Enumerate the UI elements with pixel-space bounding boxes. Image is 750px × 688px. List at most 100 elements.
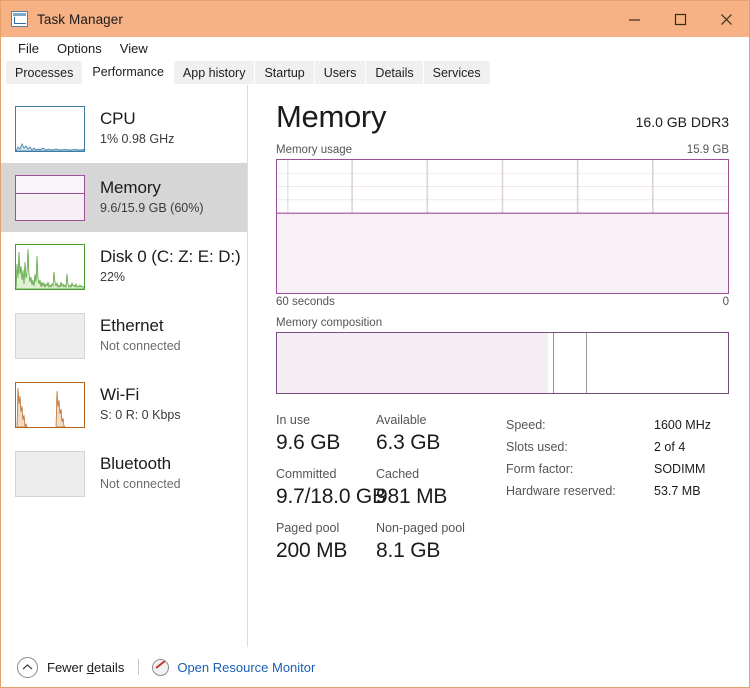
sidebar-item-sublabel: 9.6/15.9 GB (60%) bbox=[100, 201, 204, 215]
sidebar-item-disk[interactable]: Disk 0 (C: Z: E: D:) 22% bbox=[1, 232, 247, 301]
sidebar-item-ethernet[interactable]: Ethernet Not connected bbox=[1, 301, 247, 370]
sidebar-disk-text: Disk 0 (C: Z: E: D:) 22% bbox=[100, 247, 241, 286]
title-bar: Task Manager bbox=[1, 1, 749, 37]
stat-hardware-reserved: Hardware reserved: 53.7 MB bbox=[506, 480, 729, 502]
stat-value: 981 MB bbox=[376, 485, 448, 508]
resource-monitor-icon bbox=[152, 658, 170, 676]
sidebar-item-bluetooth[interactable]: Bluetooth Not connected bbox=[1, 439, 247, 508]
ethernet-thumbnail-graph bbox=[15, 312, 85, 359]
page-title: Memory bbox=[276, 99, 387, 134]
sidebar-cpu-text: CPU 1% 0.98 GHz bbox=[100, 109, 174, 148]
stat-label: Paged pool bbox=[276, 521, 340, 535]
sidebar-item-wifi[interactable]: Wi-Fi S: 0 R: 0 Kbps bbox=[1, 370, 247, 439]
menu-bar: File Options View bbox=[1, 37, 749, 60]
sidebar-item-sublabel: 22% bbox=[100, 270, 126, 284]
tab-app-history[interactable]: App history bbox=[173, 61, 256, 85]
tab-startup[interactable]: Startup bbox=[255, 61, 315, 85]
window-controls bbox=[611, 1, 749, 37]
sidebar-wifi-text: Wi-Fi S: 0 R: 0 Kbps bbox=[100, 385, 181, 424]
memory-detail-panel: Memory 16.0 GB DDR3 Memory usage 15.9 GB bbox=[248, 85, 749, 683]
composition-divider-1 bbox=[553, 333, 555, 393]
menu-options[interactable]: Options bbox=[48, 37, 111, 60]
sidebar-ethernet-text: Ethernet Not connected bbox=[100, 316, 181, 355]
usage-graph-x-end: 0 bbox=[722, 296, 729, 308]
memory-thumbnail-graph bbox=[15, 174, 85, 221]
sidebar-item-sublabel: 1% 0.98 GHz bbox=[100, 132, 175, 146]
stat-speed: Speed: 1600 MHz bbox=[506, 414, 729, 436]
menu-view[interactable]: View bbox=[111, 37, 157, 60]
stat-label: In use bbox=[276, 413, 311, 427]
stat-available: Available 6.3 GB bbox=[376, 412, 498, 456]
stat-key: Speed: bbox=[506, 418, 546, 432]
resource-sidebar: CPU 1% 0.98 GHz Memory 9.6/15.9 GB (60%) bbox=[1, 85, 248, 683]
composition-label: Memory composition bbox=[276, 317, 383, 329]
stat-slots-used: Slots used: 2 of 4 bbox=[506, 436, 729, 458]
stat-value: 53.7 MB bbox=[654, 484, 701, 498]
stat-value: 6.3 GB bbox=[376, 431, 441, 454]
sidebar-item-sublabel: Not connected bbox=[100, 339, 181, 353]
stat-row: Committed 9.7/18.0 GB Cached 981 MB bbox=[276, 466, 498, 510]
stat-paged-pool: Paged pool 200 MB bbox=[276, 520, 376, 564]
stat-key: Slots used: bbox=[506, 440, 568, 454]
fewer-details-button[interactable]: Fewer details bbox=[17, 656, 124, 678]
open-resource-monitor-link[interactable]: Open Resource Monitor bbox=[152, 658, 316, 676]
usage-graph-label: Memory usage bbox=[276, 144, 353, 156]
usage-graph-caption: Memory usage 15.9 GB bbox=[276, 144, 729, 156]
sidebar-item-cpu[interactable]: CPU 1% 0.98 GHz bbox=[1, 94, 247, 163]
memory-hardware-summary: 16.0 GB DDR3 bbox=[635, 114, 729, 130]
usage-graph-max: 15.9 GB bbox=[686, 144, 729, 156]
cpu-thumbnail-graph bbox=[15, 105, 85, 152]
menu-file[interactable]: File bbox=[9, 37, 48, 60]
sidebar-item-label: Wi-Fi bbox=[100, 385, 140, 404]
sidebar-item-memory[interactable]: Memory 9.6/15.9 GB (60%) bbox=[1, 163, 247, 232]
stat-row: Paged pool 200 MB Non-paged pool 8.1 GB bbox=[276, 520, 498, 564]
open-resource-monitor-label: Open Resource Monitor bbox=[177, 659, 316, 675]
bluetooth-thumbnail-graph bbox=[15, 450, 85, 497]
fewer-details-prefix: Fewer bbox=[47, 659, 87, 675]
maximize-button[interactable] bbox=[657, 1, 703, 37]
title-bar-left: Task Manager bbox=[1, 11, 123, 27]
close-button[interactable] bbox=[703, 1, 749, 37]
chevron-up-icon bbox=[17, 656, 38, 678]
stat-key: Form factor: bbox=[506, 462, 574, 476]
tab-users[interactable]: Users bbox=[314, 61, 367, 85]
window-title: Task Manager bbox=[37, 11, 123, 27]
sidebar-item-sublabel: S: 0 R: 0 Kbps bbox=[100, 408, 181, 422]
stat-value: 8.1 GB bbox=[376, 539, 441, 562]
wifi-thumbnail-graph bbox=[15, 381, 85, 428]
disk-thumbnail-graph bbox=[15, 243, 85, 290]
stat-value: 9.6 GB bbox=[276, 431, 341, 454]
stat-label: Cached bbox=[376, 467, 420, 481]
sidebar-item-label: CPU bbox=[100, 109, 136, 128]
tab-performance[interactable]: Performance bbox=[83, 60, 174, 85]
fewer-details-label: Fewer details bbox=[47, 660, 124, 675]
tab-processes[interactable]: Processes bbox=[6, 61, 84, 85]
sidebar-item-sublabel: Not connected bbox=[100, 477, 181, 491]
tab-services[interactable]: Services bbox=[423, 61, 491, 85]
composition-in-use-segment bbox=[277, 333, 548, 393]
sidebar-item-label: Ethernet bbox=[100, 316, 164, 335]
stat-value: 200 MB bbox=[276, 539, 348, 562]
memory-statistics: In use 9.6 GB Available 6.3 GB Committed… bbox=[276, 412, 729, 574]
stat-row: In use 9.6 GB Available 6.3 GB bbox=[276, 412, 498, 456]
footer-divider bbox=[138, 659, 140, 675]
stat-cached: Cached 981 MB bbox=[376, 466, 498, 510]
tab-details[interactable]: Details bbox=[366, 61, 424, 85]
tab-strip: Processes Performance App history Startu… bbox=[1, 60, 749, 85]
stat-value: 2 of 4 bbox=[654, 440, 686, 454]
usage-graph-x-start: 60 seconds bbox=[276, 296, 335, 308]
memory-usage-graph bbox=[276, 159, 729, 294]
usage-graph-axis: 60 seconds 0 bbox=[276, 296, 729, 308]
fewer-details-accelerator: d bbox=[86, 659, 94, 675]
status-bar: Fewer details Open Resource Monitor bbox=[1, 647, 749, 687]
sidebar-memory-text: Memory 9.6/15.9 GB (60%) bbox=[100, 178, 204, 217]
memory-composition-bar bbox=[276, 332, 729, 394]
stat-label: Non-paged pool bbox=[376, 521, 465, 535]
stat-value: 1600 MHz bbox=[654, 418, 711, 432]
sidebar-item-label: Bluetooth bbox=[100, 454, 171, 473]
minimize-button[interactable] bbox=[611, 1, 657, 37]
stat-form-factor: Form factor: SODIMM bbox=[506, 458, 729, 480]
stat-value: SODIMM bbox=[654, 462, 706, 476]
sidebar-item-label: Memory bbox=[100, 178, 161, 197]
sidebar-item-label: Disk 0 (C: Z: E: D:) bbox=[100, 247, 241, 266]
